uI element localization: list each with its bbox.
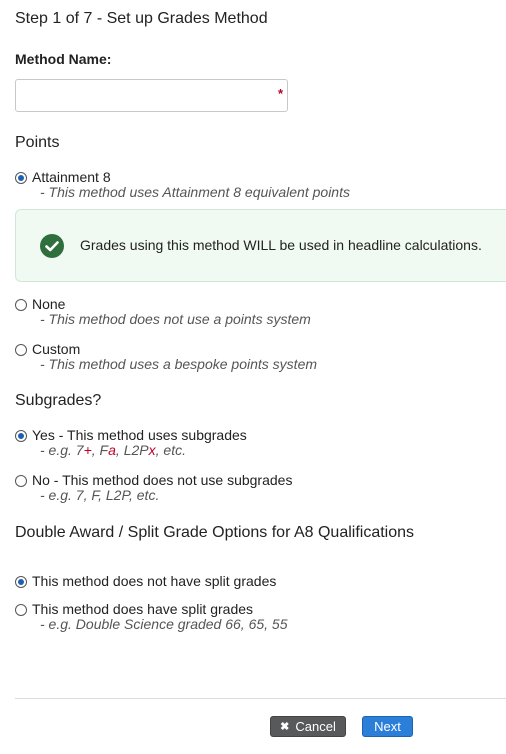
radio-split-no[interactable] [15,576,27,588]
option-label-attainment8: Attainment 8 [32,169,111,185]
notice-text: Grades using this method WILL be used in… [80,237,482,253]
radio-split-yes[interactable] [15,604,27,616]
points-heading: Points [15,134,60,151]
subgrades-heading: Subgrades? [15,392,102,409]
radio-none[interactable] [15,299,27,311]
radio-custom[interactable] [15,344,27,356]
option-label-subgrades-yes: Yes - This method uses subgrades [32,427,247,443]
cancel-button[interactable]: ✖ Cancel [270,716,346,737]
method-name-field[interactable]: * [15,79,288,112]
option-desc-custom: - This method uses a bespoke points syst… [40,356,318,372]
option-label-split-yes: This method does have split grades [32,601,254,617]
option-desc-subgrades-yes: - e.g. 7+, Fa, L2Px, etc. [40,442,186,458]
page-title: Step 1 of 7 - Set up Grades Method [15,10,268,27]
option-label-split-no: This method does not have split grades [32,573,277,589]
next-label: Next [374,719,401,734]
cancel-label: Cancel [295,719,336,734]
option-desc-attainment8: - This method uses Attainment 8 equivale… [40,184,350,200]
radio-subgrades-no[interactable] [15,475,27,487]
radio-attainment8[interactable] [15,172,27,184]
radio-subgrades-yes[interactable] [15,430,27,442]
option-desc-split-yes: - e.g. Double Science graded 66, 65, 55 [40,616,288,632]
close-icon: ✖ [280,721,290,733]
check-circle-icon [40,234,64,258]
option-desc-none: - This method does not use a points syst… [40,311,311,327]
footer-divider [15,698,506,699]
next-button[interactable]: Next [362,716,413,737]
option-label-none: None [32,296,66,312]
split-heading: Double Award / Split Grade Options for A… [15,524,415,541]
method-name-label: Method Name: [15,51,112,67]
option-label-custom: Custom [32,341,81,357]
option-desc-subgrades-no: - e.g. 7, F, L2P, etc. [40,487,160,503]
option-label-subgrades-no: No - This method does not use subgrades [32,472,293,488]
required-asterisk: * [277,86,283,101]
